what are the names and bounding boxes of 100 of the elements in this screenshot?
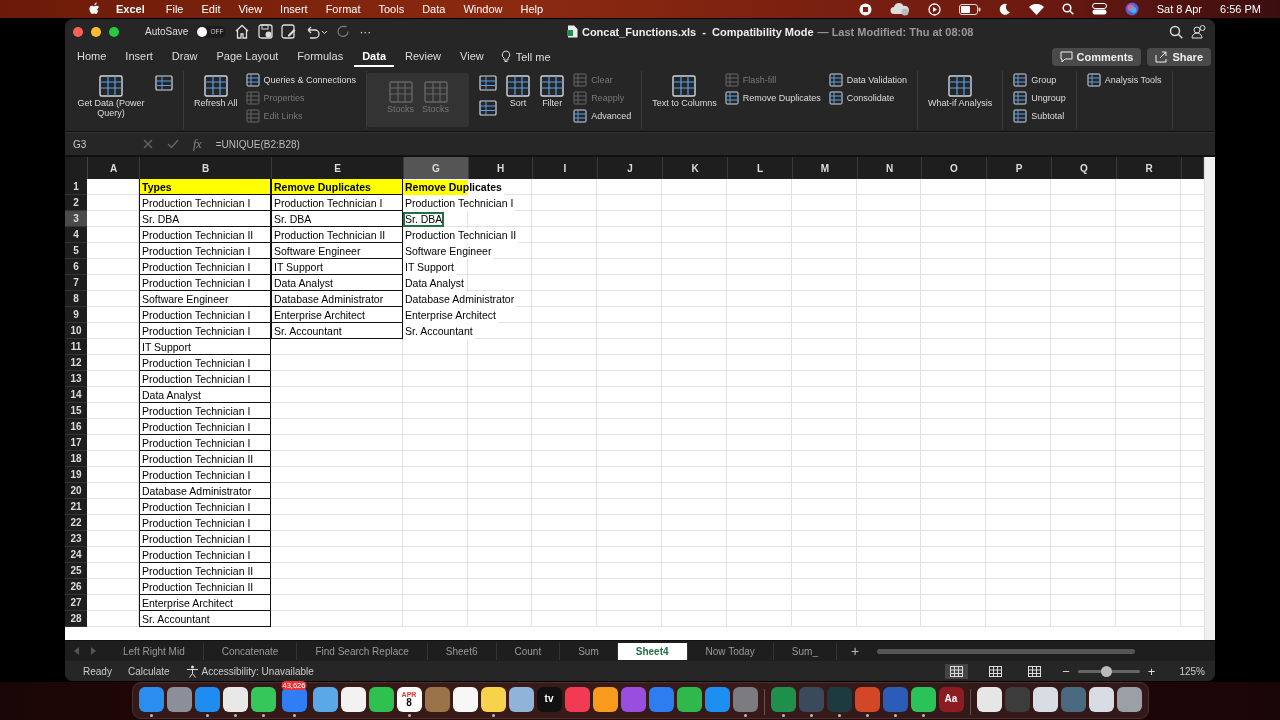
wifi-icon[interactable] [1028, 3, 1044, 15]
row-header[interactable]: 9 [65, 307, 87, 323]
app-icon[interactable] [1088, 686, 1114, 712]
sheet-tab[interactable]: Count [496, 642, 561, 660]
row-header[interactable]: 12 [65, 355, 87, 371]
app-icon[interactable] [480, 686, 506, 712]
menu-bar-date[interactable]: Sat 8 Apr [1156, 3, 1203, 15]
apple-icon[interactable] [89, 2, 101, 16]
share-button[interactable]: Share [1147, 47, 1211, 66]
record-icon[interactable] [858, 2, 872, 16]
ribbon-button[interactable]: Filter [537, 71, 568, 111]
app-icon[interactable] [508, 686, 534, 712]
row-header[interactable]: 8 [65, 291, 87, 307]
row-header[interactable]: 19 [65, 467, 87, 483]
ribbon-button[interactable]: Text to Columns [650, 71, 719, 111]
row-header[interactable]: 23 [65, 531, 87, 547]
ribbon-button[interactable]: Refresh All [192, 71, 240, 111]
home-icon[interactable] [234, 24, 251, 39]
app-icon[interactable] [1032, 686, 1058, 712]
menu-item[interactable]: Tools [378, 3, 405, 15]
play-icon[interactable] [927, 2, 941, 16]
menu-item[interactable]: Help [520, 3, 544, 15]
siri-icon[interactable] [1124, 2, 1139, 16]
zoom-button[interactable] [109, 26, 119, 37]
ribbon-tab[interactable]: Formulas [289, 46, 352, 67]
comments-button[interactable]: Comments [1051, 47, 1142, 66]
redo-icon[interactable] [336, 24, 352, 39]
slider-thumb[interactable] [1101, 665, 1113, 677]
sheet-tab[interactable]: Concatenate [203, 642, 298, 660]
row-header[interactable]: 6 [65, 259, 87, 275]
app-icon[interactable]: Aa [938, 686, 964, 712]
sheet-tab[interactable]: Sum_ [773, 642, 837, 660]
app-icon[interactable] [340, 686, 366, 712]
app-icon[interactable] [976, 686, 1002, 712]
moon-icon[interactable] [998, 3, 1011, 15]
zoom-out-button[interactable]: − [1062, 663, 1070, 679]
app-icon[interactable]: tv [536, 686, 562, 712]
control-center-icon[interactable] [1091, 3, 1107, 15]
save-icon[interactable] [258, 24, 274, 39]
app-icon[interactable] [910, 686, 936, 712]
menu-item[interactable]: Edit [201, 3, 221, 15]
ribbon-tab[interactable]: View [452, 46, 492, 67]
sheet-tab[interactable]: Sheet4 [617, 642, 688, 660]
row-header[interactable]: 5 [65, 243, 87, 259]
ribbon-tab[interactable]: Data [354, 46, 394, 67]
menu-item[interactable]: Format [325, 3, 361, 15]
ribbon-tab[interactable]: Home [69, 46, 115, 67]
app-icon[interactable] [312, 686, 338, 712]
sheet-tab[interactable]: Now Today [687, 642, 774, 660]
ribbon-button[interactable]: Analysis Tools [1084, 71, 1164, 88]
column-header[interactable]: G [404, 157, 469, 179]
menu-item[interactable]: Insert [280, 3, 308, 15]
row-header[interactable]: 20 [65, 483, 87, 499]
row-header[interactable]: 18 [65, 451, 87, 467]
cloud-icon[interactable] [889, 2, 910, 16]
cancel-icon[interactable] [143, 139, 153, 149]
app-icon[interactable] [676, 686, 702, 712]
zoom-in-button[interactable]: + [1147, 663, 1156, 679]
menu-bar-clock[interactable]: 6:56 PM [1220, 3, 1261, 15]
sheet-tab[interactable]: Find Search Replace [297, 642, 428, 660]
ribbon-button[interactable]: Remove Duplicates [722, 89, 823, 106]
row-header[interactable]: 7 [65, 275, 87, 291]
table-icon[interactable] [479, 74, 498, 92]
tell-me-button[interactable]: Tell me [494, 49, 557, 64]
ribbon-tab[interactable]: Insert [117, 46, 161, 67]
ribbon-button[interactable]: Subtotal [1011, 107, 1068, 124]
row-header[interactable]: 2 [65, 195, 87, 211]
ribbon-button[interactable]: Data Validation [826, 71, 910, 88]
app-icon[interactable] [368, 686, 394, 712]
sheet-tab[interactable]: Sheet6 [427, 642, 497, 660]
ribbon-button[interactable]: Sort [503, 71, 534, 111]
save-as-icon[interactable] [281, 24, 297, 39]
ribbon-button[interactable]: Group [1011, 71, 1068, 88]
add-sheet-button[interactable]: + [837, 643, 874, 659]
app-icon[interactable] [452, 686, 478, 712]
ribbon-button[interactable]: Consolidate [826, 89, 910, 106]
accessibility-status[interactable]: Accessibility: Unavailable [185, 664, 314, 678]
name-box[interactable]: G3 [73, 138, 129, 150]
table-icon[interactable] [479, 99, 498, 117]
ribbon-button[interactable]: Ungroup [1011, 89, 1068, 106]
row-header[interactable]: 22 [65, 515, 87, 531]
row-header[interactable]: 17 [65, 435, 87, 451]
last-modified[interactable]: — Last Modified: Thu at 08:08 [817, 25, 974, 38]
row-header[interactable]: 11 [65, 339, 87, 355]
ribbon-button[interactable]: Advanced [571, 107, 634, 124]
row-header[interactable]: 25 [65, 563, 87, 579]
row-header[interactable]: 1 [65, 179, 87, 195]
row-header[interactable]: 16 [65, 419, 87, 435]
row-header[interactable]: 27 [65, 595, 87, 611]
row-header[interactable]: 10 [65, 323, 87, 339]
menu-item[interactable]: Data [422, 3, 446, 15]
close-button[interactable] [73, 26, 83, 37]
normal-view-button[interactable] [945, 663, 969, 679]
function-button[interactable]: fx [193, 136, 202, 152]
ribbon-button[interactable]: Queries & Connections [243, 71, 359, 88]
menu-item[interactable]: View [238, 3, 263, 15]
checkmark-icon[interactable] [167, 139, 179, 149]
table-icon[interactable] [155, 74, 173, 92]
more-button[interactable]: ··· [359, 24, 372, 39]
row-header[interactable]: 3 [65, 211, 87, 227]
